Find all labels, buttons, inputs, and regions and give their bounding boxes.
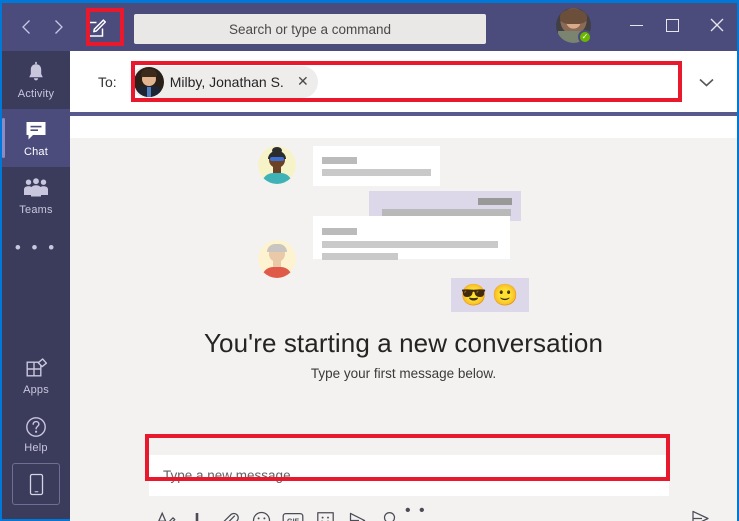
illustration-bubble-3 (312, 216, 510, 260)
empty-conversation-area: 😎 🙂 You're starting a new conversation T… (70, 138, 737, 521)
compose-button-wrapper (82, 12, 112, 42)
chevron-down-icon[interactable] (697, 73, 715, 91)
placeholder-line (381, 209, 511, 216)
placeholder-line (321, 228, 357, 235)
svg-text:GIF: GIF (287, 516, 300, 521)
illustration-emoji-bubble: 😎 🙂 (450, 278, 529, 312)
close-icon (710, 18, 723, 32)
main-panel: To: Milby, Jonathan S. ✕ 😎 🙂 You're star… (70, 51, 737, 521)
sidebar-item-label: Apps (23, 384, 49, 396)
message-placeholder: Type a new message (163, 468, 291, 483)
page-title: You're starting a new conversation (203, 328, 604, 358)
to-field-row: To: Milby, Jonathan S. ✕ (70, 51, 737, 112)
page-subtitle: Type your first message below. (310, 366, 497, 381)
compose-area: Type a new message GIF • • (70, 449, 737, 521)
chevron-right-icon (54, 20, 63, 34)
get-mobile-app-button[interactable] (12, 463, 60, 505)
apps-icon (25, 356, 48, 380)
recipient-avatar (133, 66, 164, 97)
compose-toolbar: GIF • • (149, 502, 737, 521)
illustration-avatar-2 (257, 240, 296, 278)
header-divider (70, 112, 737, 116)
placeholder-line (321, 253, 398, 260)
empty-state-illustration: 😎 🙂 (257, 138, 550, 318)
illustration-avatar-2-hair (266, 244, 287, 252)
new-chat-button[interactable] (82, 12, 112, 42)
praise-icon[interactable] (373, 505, 405, 521)
sticker-icon[interactable] (309, 505, 341, 521)
teams-window: Search or type a command ✓ Activity Chat… (0, 0, 739, 521)
help-icon (25, 414, 47, 438)
recipient-input[interactable]: Milby, Jonathan S. ✕ (130, 61, 665, 103)
illustration-avatar-1-glasses (269, 157, 284, 161)
close-button[interactable] (700, 10, 733, 40)
back-button[interactable] (10, 11, 42, 43)
illustration-avatar-1-bun (271, 147, 282, 154)
to-label: To: (98, 73, 117, 90)
emoji-sunglasses: 😎 (460, 283, 487, 307)
emoji-icon[interactable] (245, 505, 277, 521)
more-options-button[interactable]: • • • (405, 502, 437, 521)
bell-icon (25, 60, 47, 84)
placeholder-line (321, 241, 498, 248)
placeholder-line (321, 169, 431, 176)
illustration-bubble-1 (312, 146, 440, 186)
forward-button[interactable] (42, 11, 74, 43)
send-button[interactable] (684, 503, 716, 521)
illustration-avatar-2-body (261, 267, 292, 278)
illustration-avatar-1 (257, 146, 296, 184)
sidebar-item-label: Teams (19, 204, 53, 216)
stream-icon[interactable] (341, 505, 373, 521)
attach-icon[interactable] (213, 505, 245, 521)
sidebar-item-activity[interactable]: Activity (2, 51, 70, 109)
maximize-button[interactable] (656, 10, 689, 40)
search-input[interactable]: Search or type a command (134, 14, 486, 44)
chat-icon (24, 118, 48, 142)
rail-bottom-group: Apps Help (2, 347, 70, 519)
compose-pencil-icon (87, 18, 106, 37)
remove-recipient-button[interactable]: ✕ (290, 69, 316, 95)
illustration-avatar-1-body (261, 173, 292, 184)
sidebar-item-chat[interactable]: Chat (2, 109, 70, 167)
app-rail: Activity Chat Teams • • • Apps Help (2, 51, 70, 519)
sidebar-item-teams[interactable]: Teams (2, 167, 70, 225)
format-icon[interactable] (149, 505, 181, 521)
sidebar-item-help[interactable]: Help (2, 405, 70, 463)
placeholder-line (477, 198, 512, 205)
navigation-buttons (10, 11, 74, 43)
sidebar-more-button[interactable]: • • • (2, 225, 70, 271)
maximize-icon (666, 18, 679, 32)
minimize-button[interactable] (620, 10, 653, 40)
selection-indicator (2, 118, 5, 158)
recipient-chip[interactable]: Milby, Jonathan S. ✕ (130, 65, 318, 98)
mobile-phone-icon (29, 473, 43, 495)
chevron-left-icon (21, 20, 30, 34)
minimize-icon (630, 24, 643, 26)
sidebar-item-label: Chat (23, 146, 49, 158)
sidebar-item-apps[interactable]: Apps (2, 347, 70, 405)
recipient-avatar-tie (146, 86, 151, 97)
status-badge: ✓ (578, 30, 592, 44)
message-input[interactable]: Type a new message (149, 455, 669, 496)
emoji-smile: 🙂 (492, 283, 519, 307)
sidebar-item-label: Activity (17, 88, 55, 100)
giphy-icon[interactable]: GIF (277, 505, 309, 521)
sidebar-item-label: Help (24, 442, 48, 454)
placeholder-line (321, 157, 357, 164)
important-icon[interactable] (181, 505, 213, 521)
search-placeholder: Search or type a command (228, 21, 392, 37)
avatar-hair (560, 9, 587, 24)
teams-icon (23, 176, 49, 200)
send-icon (691, 510, 709, 521)
recipient-name: Milby, Jonathan S. (169, 73, 284, 90)
recipient-avatar-hair (140, 68, 157, 77)
